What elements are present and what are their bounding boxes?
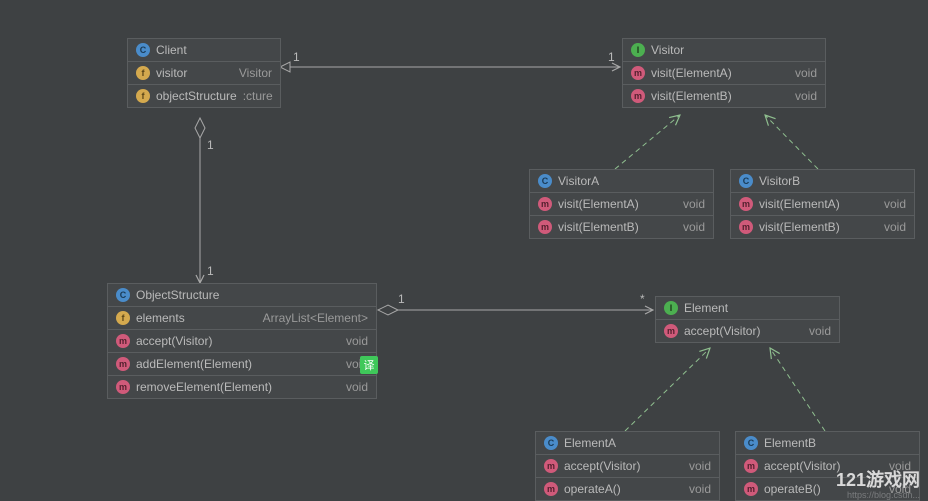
mult-label: 1	[293, 50, 300, 64]
method-icon: m	[631, 89, 645, 103]
watermark: 121游戏网	[836, 466, 920, 492]
method-label: visit(ElementA)	[558, 197, 677, 211]
class-icon: C	[538, 174, 552, 188]
class-icon: C	[116, 288, 130, 302]
class-icon: C	[544, 436, 558, 450]
method-icon: m	[664, 324, 678, 338]
field-type: ArrayList<Element>	[263, 311, 368, 325]
method-icon: m	[739, 220, 753, 234]
class-name: ObjectStructure	[136, 288, 219, 302]
method-label: visit(ElementB)	[759, 220, 878, 234]
method-icon: m	[544, 459, 558, 473]
method-icon: m	[538, 197, 552, 211]
method-icon: m	[116, 334, 130, 348]
method-type: void	[809, 324, 831, 338]
method-label: visit(ElementB)	[558, 220, 677, 234]
class-visitorA[interactable]: C VisitorA m visit(ElementA) void m visit(El…	[529, 169, 714, 239]
mult-label: 1	[608, 50, 615, 64]
method-icon: m	[116, 357, 130, 371]
interface-element[interactable]: I Element m accept(Visitor) void	[655, 296, 840, 343]
class-name: Visitor	[651, 43, 684, 57]
method-label: accept(Visitor)	[136, 334, 340, 348]
class-objectStructure[interactable]: C ObjectStructure f elements ArrayList<Elem…	[107, 283, 377, 399]
method-type: void	[795, 89, 817, 103]
class-name: Element	[684, 301, 728, 315]
field-type: :cture	[243, 89, 273, 103]
class-name: ElementA	[564, 436, 616, 450]
translate-badge[interactable]: 译	[360, 356, 378, 374]
interface-icon: I	[664, 301, 678, 315]
interface-visitor[interactable]: I Visitor m visit(ElementA) void m visit(Ele…	[622, 38, 826, 108]
mult-label: 1	[398, 292, 405, 306]
method-type: void	[683, 197, 705, 211]
field-icon: f	[136, 66, 150, 80]
class-icon: C	[744, 436, 758, 450]
field-label: objectStructure	[156, 89, 237, 103]
method-type: void	[795, 66, 817, 80]
method-icon: m	[538, 220, 552, 234]
method-label: visit(ElementA)	[759, 197, 878, 211]
method-label: removeElement(Element)	[136, 380, 340, 394]
field-label: elements	[136, 311, 257, 325]
method-icon: m	[544, 482, 558, 496]
method-type: void	[683, 220, 705, 234]
method-type: void	[689, 459, 711, 473]
method-type: void	[346, 380, 368, 394]
method-icon: m	[744, 459, 758, 473]
method-label: accept(Visitor)	[684, 324, 803, 338]
mult-label: 1	[207, 138, 214, 152]
field-type: Visitor	[239, 66, 272, 80]
class-name: VisitorB	[759, 174, 800, 188]
method-label: visit(ElementA)	[651, 66, 789, 80]
method-icon: m	[739, 197, 753, 211]
field-label: visitor	[156, 66, 233, 80]
class-icon: C	[739, 174, 753, 188]
method-icon: m	[631, 66, 645, 80]
interface-icon: I	[631, 43, 645, 57]
class-elementA[interactable]: C ElementA m accept(Visitor) void m operateA…	[535, 431, 720, 501]
class-name: VisitorA	[558, 174, 599, 188]
method-type: void	[884, 197, 906, 211]
field-icon: f	[116, 311, 130, 325]
method-label: accept(Visitor)	[564, 459, 683, 473]
class-icon: C	[136, 43, 150, 57]
class-visitorB[interactable]: C VisitorB m visit(ElementA) void m visit(El…	[730, 169, 915, 239]
method-label: operateA()	[564, 482, 683, 496]
mult-label: 1	[207, 264, 214, 278]
mult-label: *	[640, 292, 645, 306]
class-client[interactable]: C Client f visitor Visitor f objectStructure…	[127, 38, 281, 108]
method-icon: m	[744, 482, 758, 496]
watermark-url: https://blog.csdn...	[847, 490, 920, 500]
class-name: ElementB	[764, 436, 816, 450]
method-type: void	[689, 482, 711, 496]
method-icon: m	[116, 380, 130, 394]
method-type: void	[884, 220, 906, 234]
method-label: visit(ElementB)	[651, 89, 789, 103]
method-label: addElement(Element)	[136, 357, 340, 371]
class-name: Client	[156, 43, 187, 57]
field-icon: f	[136, 89, 150, 103]
method-type: void	[346, 334, 368, 348]
